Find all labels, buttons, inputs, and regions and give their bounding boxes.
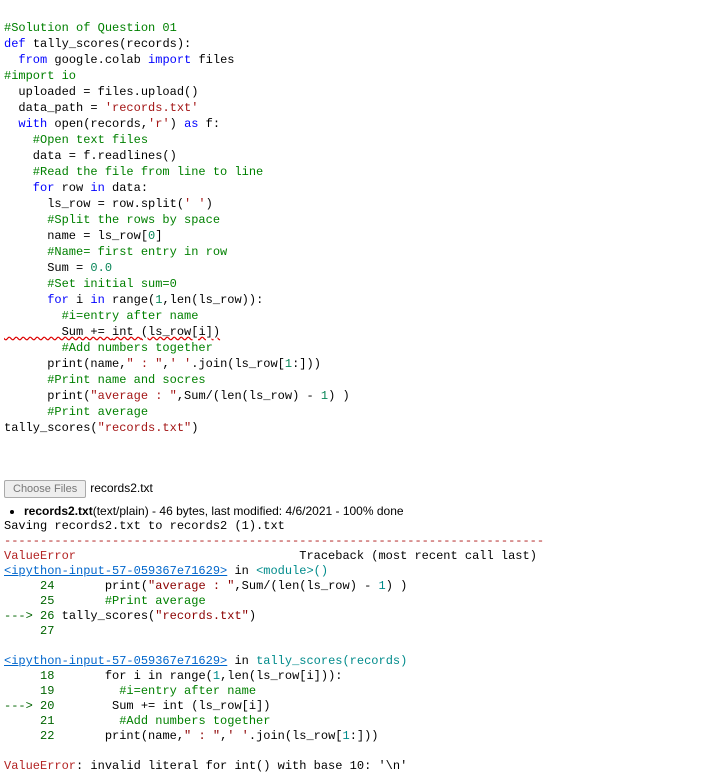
- error-name: ValueError: [4, 549, 76, 563]
- saving-line: Saving records2.txt to records2 (1).txt: [4, 519, 719, 534]
- traceback-separator: ----------------------------------------…: [4, 534, 719, 549]
- output-panel: Choose Files records2.txt records2.txt(te…: [0, 470, 719, 774]
- traceback-link-1[interactable]: <ipython-input-57-059367e71629>: [4, 564, 227, 578]
- keyword-def: def: [4, 37, 33, 51]
- code-editor: #Solution of Question 01 def tally_score…: [0, 0, 719, 440]
- upload-status-line: records2.txt(text/plain) - 46 bytes, las…: [24, 504, 719, 519]
- traceback-link-2[interactable]: <ipython-input-57-059367e71629>: [4, 654, 227, 668]
- choose-files-button[interactable]: Choose Files: [4, 480, 86, 498]
- final-error-message: : invalid literal for int() with base 10…: [76, 759, 407, 773]
- error-highlight-line: Sum += int (ls_row[i]): [4, 325, 220, 339]
- chosen-file-label: records2.txt: [90, 481, 153, 495]
- final-error-name: ValueError: [4, 759, 76, 773]
- code-line: #Solution of Question 01: [4, 21, 177, 35]
